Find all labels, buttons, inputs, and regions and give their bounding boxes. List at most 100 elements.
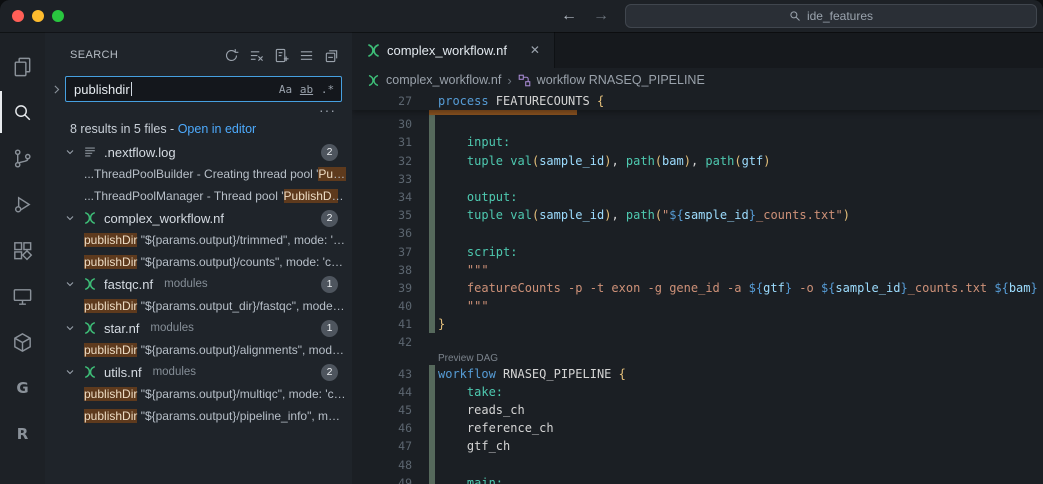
maximize-window-button[interactable]: [52, 10, 64, 22]
search-icon: [11, 101, 34, 124]
code-line[interactable]: 31 input:: [352, 133, 1043, 151]
chevron-down-icon: [62, 364, 78, 380]
editor-group: complex_workflow.nf ✕ complex_workflow.n…: [352, 32, 1043, 484]
search-result-match[interactable]: publishDir "${params.output}/counts", mo…: [45, 251, 352, 273]
git-added-gutter: [429, 133, 435, 151]
search-result-match[interactable]: publishDir "${params.output}/alignments"…: [45, 339, 352, 361]
code-line[interactable]: 41}: [352, 315, 1043, 333]
git-added-gutter: [429, 206, 435, 224]
code-line[interactable]: 30: [352, 115, 1043, 133]
code-line[interactable]: 47 gtf_ch: [352, 437, 1043, 455]
line-number: 31: [352, 133, 412, 151]
code-line[interactable]: 46 reference_ch: [352, 419, 1043, 437]
search-result-file[interactable]: star.nfmodules1: [45, 317, 352, 339]
line-number: 35: [352, 206, 412, 224]
search-result-match[interactable]: ...ThreadPoolManager - Thread pool 'Publ…: [45, 185, 352, 207]
code-line[interactable]: 40 """: [352, 297, 1043, 315]
back-button[interactable]: ←: [559, 5, 579, 27]
line-number: 33: [352, 170, 412, 188]
line-number: 39: [352, 279, 412, 297]
code-line[interactable]: 43workflow RNASEQ_PIPELINE {: [352, 365, 1043, 383]
activity-gitlens[interactable]: G: [0, 367, 45, 409]
search-result-file[interactable]: fastqc.nfmodules1: [45, 273, 352, 295]
activity-source-control[interactable]: [0, 137, 45, 179]
close-tab-icon[interactable]: ✕: [526, 41, 544, 59]
activity-remote-explorer[interactable]: [0, 275, 45, 317]
toggle-search-details-button[interactable]: ···: [319, 105, 336, 117]
toggle-replace-chevron[interactable]: [49, 82, 64, 97]
git-added-gutter: [429, 115, 435, 133]
breadcrumb-file[interactable]: complex_workflow.nf: [386, 73, 501, 87]
activity-explorer[interactable]: [0, 45, 45, 87]
minimize-window-button[interactable]: [32, 10, 44, 22]
activity-packages[interactable]: [0, 321, 45, 363]
code-line[interactable]: 38 """: [352, 261, 1043, 279]
search-results-list: .nextflow.log2...ThreadPoolBuilder - Cre…: [45, 141, 352, 484]
search-result-file[interactable]: complex_workflow.nf2: [45, 207, 352, 229]
result-count-badge: 2: [321, 144, 338, 161]
results-summary: 8 results in 5 files - Open in editor: [45, 117, 352, 141]
line-number: 42: [352, 333, 412, 351]
chevron-down-icon: [62, 320, 78, 336]
collapse-all-button[interactable]: [322, 46, 340, 64]
titlebar: ← → ide_features: [0, 0, 1043, 32]
code-line[interactable]: 33: [352, 170, 1043, 188]
search-input[interactable]: publishdir Aa ab .*: [65, 76, 342, 102]
ide-window: ← → ide_features: [0, 0, 1043, 484]
git-added-gutter: [429, 365, 435, 383]
nextflow-file-icon: [365, 42, 381, 58]
code-line[interactable]: 48: [352, 456, 1043, 474]
activity-r-extension[interactable]: R: [0, 413, 45, 455]
sticky-scroll-line[interactable]: 27process FEATURECOUNTS {: [352, 92, 1043, 110]
activity-search[interactable]: [0, 91, 45, 133]
breadcrumb-symbol[interactable]: workflow RNASEQ_PIPELINE: [537, 73, 705, 87]
line-number: 30: [352, 115, 412, 133]
activity-extensions[interactable]: [0, 229, 45, 271]
code-line[interactable]: 44 take:: [352, 383, 1043, 401]
match-highlight: publishDir: [84, 409, 137, 423]
code-lines: 3031 input:32 tuple val(sample_id), path…: [352, 115, 1043, 484]
search-result-match[interactable]: publishDir "${params.output}/trimmed", m…: [45, 229, 352, 251]
code-line[interactable]: 37 script:: [352, 243, 1043, 261]
code-line[interactable]: 36: [352, 224, 1043, 242]
line-number: 27: [352, 92, 412, 110]
view-as-list-button[interactable]: [297, 46, 315, 64]
git-added-gutter: [429, 243, 435, 261]
activity-run-debug[interactable]: [0, 183, 45, 225]
match-case-toggle[interactable]: Aa: [276, 80, 295, 99]
search-result-match[interactable]: publishDir "${params.output}/pipeline_in…: [45, 405, 352, 427]
result-count-badge: 1: [321, 276, 338, 293]
whole-word-toggle[interactable]: ab: [297, 80, 316, 99]
tab-label: complex_workflow.nf: [387, 43, 507, 58]
close-window-button[interactable]: [12, 10, 24, 22]
code-line[interactable]: 32 tuple val(sample_id), path(bam), path…: [352, 152, 1043, 170]
line-number: 43: [352, 365, 412, 383]
code-line[interactable]: 45 reads_ch: [352, 401, 1043, 419]
code-line[interactable]: 35 tuple val(sample_id), path("${sample_…: [352, 206, 1043, 224]
match-highlight: publishDir: [84, 233, 137, 247]
open-new-search-editor-button[interactable]: [272, 46, 290, 64]
code-line[interactable]: 42: [352, 333, 1043, 351]
code-line[interactable]: 49 main:: [352, 474, 1043, 484]
code-line[interactable]: 34 output:: [352, 188, 1043, 206]
search-result-file[interactable]: utils.nfmodules2: [45, 361, 352, 383]
regex-toggle[interactable]: .*: [318, 80, 337, 99]
match-highlight: publishDir: [84, 299, 137, 313]
code-line[interactable]: 39 featureCounts -p -t exon -g gene_id -…: [352, 279, 1043, 297]
search-result-file[interactable]: .nextflow.log2: [45, 141, 352, 163]
git-added-gutter: [429, 419, 435, 437]
open-in-editor-link[interactable]: Open in editor: [178, 122, 257, 136]
window-search-box[interactable]: ide_features: [625, 4, 1037, 28]
code-editor[interactable]: 27process FEATURECOUNTS { 3031 input:32 …: [352, 92, 1043, 484]
search-result-match[interactable]: ...ThreadPoolBuilder - Creating thread p…: [45, 163, 352, 185]
line-number: 36: [352, 224, 412, 242]
line-number: 37: [352, 243, 412, 261]
tab-complex-workflow[interactable]: complex_workflow.nf ✕: [352, 32, 555, 68]
search-result-match[interactable]: publishDir "${params.output_dir}/fastqc"…: [45, 295, 352, 317]
refresh-button[interactable]: [222, 46, 240, 64]
codelens-preview-dag[interactable]: Preview DAG: [438, 352, 498, 365]
search-result-match[interactable]: publishDir "${params.output}/multiqc", m…: [45, 383, 352, 405]
forward-button[interactable]: →: [591, 5, 611, 27]
search-sidebar: SEARCH publishdir Aa ab .*: [45, 32, 352, 484]
clear-search-results-button[interactable]: [247, 46, 265, 64]
